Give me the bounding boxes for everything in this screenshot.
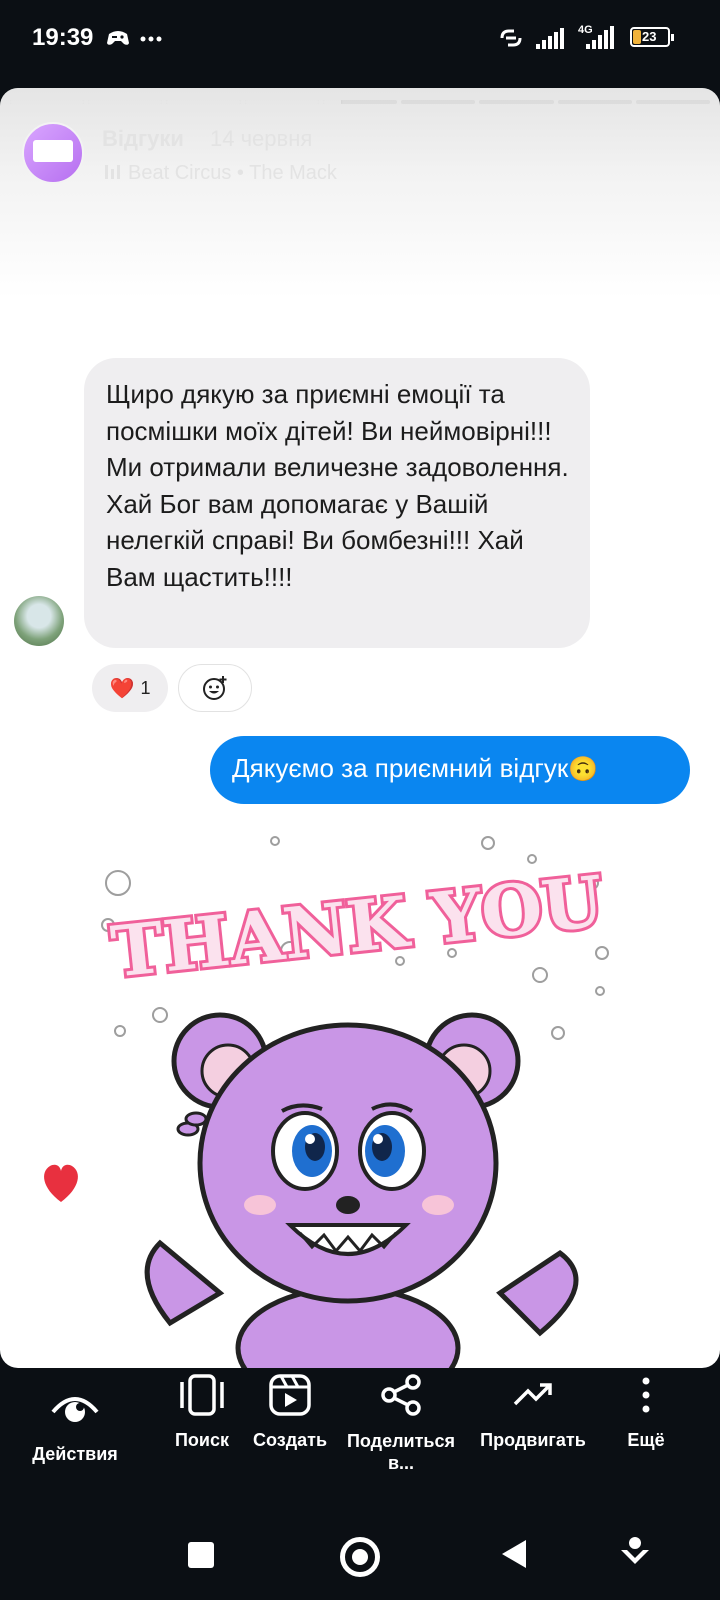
reels-search-icon <box>180 1374 224 1416</box>
promote-trend-icon <box>513 1383 552 1406</box>
music-bars-icon <box>105 165 120 179</box>
account-avatar[interactable] <box>22 122 84 184</box>
share-label: Поделиться в... <box>346 1431 456 1473</box>
recent-apps-button[interactable] <box>188 1542 214 1568</box>
battery-level: 23 <box>642 29 657 44</box>
sender-avatar <box>14 596 64 646</box>
more-notifications-icon <box>140 36 162 42</box>
music-label: Beat Circus • The Mack <box>128 162 337 184</box>
incoming-message-text: Щиро дякую за приємні емоції та посмішки… <box>106 379 569 592</box>
thank-you-bear-sticker: THANK YOU <box>101 836 610 1368</box>
promote-button[interactable]: Продвигать <box>470 1374 596 1451</box>
outgoing-message-bubble: Дякуємо за приємний відгук🙃 <box>210 736 690 804</box>
create-reel-icon <box>269 1374 311 1416</box>
share-icon <box>381 1374 421 1416</box>
story-header: Відгуки 14 червня Beat Circus • The Mack <box>22 122 702 192</box>
actions-button[interactable]: Действия <box>20 1386 130 1465</box>
create-label: Создать <box>252 1430 328 1450</box>
add-reaction-button[interactable] <box>178 664 252 712</box>
game-controller-icon <box>107 31 129 45</box>
battery-icon: 23 <box>630 27 674 47</box>
more-vertical-icon <box>642 1377 650 1413</box>
search-button[interactable]: Поиск <box>150 1374 254 1451</box>
story-view[interactable]: Відгуки 14 червня Beat Circus • The Mack… <box>0 88 720 1368</box>
status-time: 19:39 <box>32 24 94 51</box>
eye-icon <box>51 1397 99 1422</box>
share-button[interactable]: Поделиться в... <box>338 1374 464 1474</box>
account-name[interactable]: Відгуки <box>102 126 184 152</box>
create-button[interactable]: Создать <box>242 1374 338 1451</box>
outgoing-message-emoji: 🙃 <box>568 756 599 783</box>
back-button[interactable] <box>500 1538 528 1570</box>
more-label: Ещё <box>627 1430 665 1450</box>
home-button[interactable] <box>340 1537 380 1577</box>
heart-reaction[interactable]: ❤️ 1 <box>92 664 168 712</box>
music-attribution[interactable]: Beat Circus • The Mack <box>104 162 337 185</box>
signal-icon <box>536 28 564 49</box>
link-icon <box>500 29 522 47</box>
story-actions-bar: Действия Поиск Создать Поделиться в... П… <box>0 1368 720 1488</box>
status-bar: 19:39 4G 23 <box>0 0 720 78</box>
header-gradient <box>0 88 720 298</box>
story-date: 14 червня <box>210 126 313 151</box>
incoming-message-bubble: Щиро дякую за приємні емоції та посмішки… <box>84 358 590 648</box>
signal-4g-icon <box>586 26 614 49</box>
search-label: Поиск <box>174 1430 230 1450</box>
heart-reaction-emoji: ❤️ <box>109 677 135 700</box>
add-emoji-icon <box>203 676 227 700</box>
reaction-count: 1 <box>140 677 151 698</box>
actions-label: Действия <box>32 1444 118 1464</box>
assistant-download-icon[interactable] <box>619 1536 651 1570</box>
promote-label: Продвигать <box>480 1430 586 1450</box>
outgoing-message-text: Дякуємо за приємний відгук <box>232 753 569 783</box>
more-button[interactable]: Ещё <box>606 1374 686 1451</box>
like-hearts-icon[interactable] <box>40 1098 82 1208</box>
system-navigation-bar <box>0 1500 720 1600</box>
